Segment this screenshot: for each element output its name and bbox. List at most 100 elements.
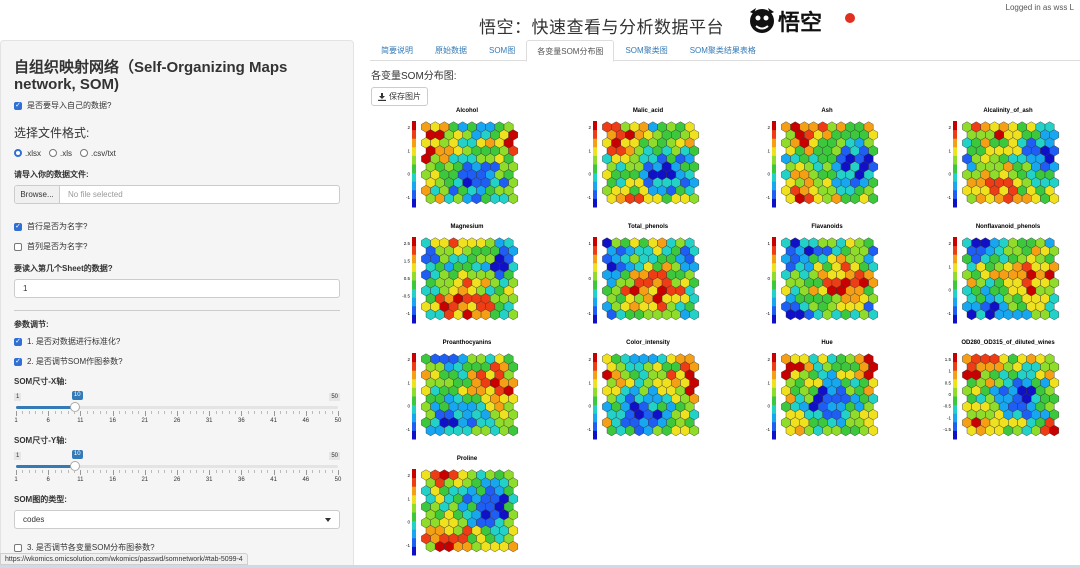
- colorbar-segment: [953, 413, 957, 423]
- tab-som-cluster-table[interactable]: SOM聚类结果表格: [679, 40, 767, 61]
- checkbox-label: 是否要导入自己的数据?: [27, 101, 112, 110]
- radio-label: .xlsx: [25, 148, 41, 158]
- first-col-names-checkbox[interactable]: 首列是否为名字?: [14, 240, 340, 253]
- checkbox-label: 1. 是否对数据进行标准化?: [27, 337, 121, 346]
- import-own-data-checkbox[interactable]: ✓ 是否要导入自己的数据?: [14, 99, 340, 112]
- colorbar-segment: [412, 421, 416, 431]
- slider-tick-labels: 1 6 11 16 21 26 31 36 41 46 50: [14, 477, 341, 485]
- radio-xlsx[interactable]: .xlsx: [14, 149, 41, 158]
- colorbar-segment: [593, 421, 597, 431]
- slider-tick: [196, 470, 198, 473]
- som-hex-map: 2 1 0 -1: [947, 121, 1060, 208]
- plot-title: OD280_OD315_of_diluted_wines: [961, 340, 1055, 346]
- slider-tick-label: 31: [205, 418, 213, 424]
- slider-tick: [267, 411, 269, 414]
- radio-xls[interactable]: .xls: [49, 149, 72, 158]
- slider-tick: [338, 470, 339, 475]
- slider-track: [16, 402, 338, 412]
- tab-variable-som[interactable]: 各变量SOM分布图: [526, 40, 615, 62]
- colorbar-segment: [772, 262, 776, 272]
- slider-tick: [99, 470, 101, 473]
- file-format-label: 选择文件格式:: [14, 126, 90, 140]
- checkbox-label: 首列是否为名字?: [27, 242, 88, 251]
- som-hex-map: 2 1 0 -1: [406, 121, 519, 208]
- som-variable-plot: Total_phenols 1 0 -1: [563, 221, 733, 333]
- colorbar-segment: [953, 245, 957, 255]
- colorbar-segment: [772, 245, 776, 255]
- colorbar-tick-label: 2.5: [404, 241, 411, 246]
- colorbar-segment: [772, 297, 776, 307]
- slider-tick: [144, 470, 146, 475]
- colorbar-segment: [593, 172, 597, 182]
- browse-button[interactable]: Browse...: [15, 186, 60, 203]
- colorbar-tick-label: 1.5: [945, 357, 952, 362]
- radio-csv-txt[interactable]: .csv/txt: [80, 149, 116, 158]
- colorbar-segment: [593, 189, 597, 199]
- checkbox-unchecked-icon: [14, 543, 22, 552]
- adjust-som-checkbox[interactable]: ✓ 2. 是否调节SOM作图参数?: [14, 355, 340, 368]
- slider-ticks: [16, 470, 339, 476]
- slider-tick: [93, 411, 95, 414]
- colorbar-tick-label: -1: [947, 195, 951, 200]
- slider-tick: [209, 411, 211, 416]
- slider-tick: [183, 411, 185, 414]
- colorbar-segment: [593, 245, 597, 255]
- som-hex-map: 1.5 1 0.5 0 -0.5 -1 -1.5: [943, 353, 1060, 440]
- colorbar-segment: [772, 305, 776, 315]
- slider-tick: [273, 470, 275, 475]
- colorbar-segment: [953, 404, 957, 414]
- plot-title: Malic_acid: [632, 108, 664, 114]
- colorbar-segment: [412, 245, 416, 255]
- colorbar-segment: [953, 189, 957, 199]
- save-button-label: 保存图片: [389, 92, 421, 101]
- colorbar-segment: [412, 503, 416, 513]
- plot-title: Nonflavanoid_phenols: [975, 224, 1041, 230]
- som-hex-map: 2 1 0 -1: [587, 121, 700, 208]
- colorbar-segment: [953, 155, 957, 165]
- colorbar-tick-label: 0: [767, 172, 770, 177]
- tab-som-plot[interactable]: SOM图: [478, 40, 526, 61]
- colorbar-tick-label: -1: [406, 311, 410, 316]
- slider-tick: [247, 411, 249, 414]
- plot-title: Color_intensity: [626, 340, 670, 346]
- colorbar-tick-label: -1: [587, 427, 591, 432]
- slider-tick: [73, 411, 75, 414]
- tab-som-cluster[interactable]: SOM聚类图: [614, 40, 678, 61]
- plot-title: Alcalinity_of_ash: [983, 108, 1033, 114]
- slider-tick: [164, 470, 166, 473]
- slider-tick: [106, 411, 108, 414]
- colorbar-segment: [953, 297, 957, 307]
- som-hex-map: 1 0 -1: [766, 237, 879, 324]
- file-name-field[interactable]: No file selected: [60, 186, 339, 203]
- som-type-label: SOM图的类型:: [14, 495, 67, 504]
- slider-tick: [67, 470, 69, 473]
- slider-tick: [292, 411, 294, 414]
- som-type-select[interactable]: codes: [14, 510, 340, 529]
- slider-tick: [99, 411, 101, 414]
- slider-fill: [16, 465, 76, 468]
- colorbar-tick-label: 0.5: [945, 380, 952, 385]
- slider-tick-label: 26: [173, 418, 181, 424]
- som-y-slider[interactable]: 1 50 10 1 6 11 16 21 26 31 36 41 46 50: [14, 450, 341, 490]
- colorbar-tick-label: 0: [767, 276, 770, 281]
- slider-max-label: 50: [329, 393, 340, 401]
- colorbar-tick-label: 2: [407, 473, 410, 478]
- standardize-checkbox[interactable]: ✓ 1. 是否对数据进行标准化?: [14, 335, 340, 348]
- colorbar-tick-label: -1: [406, 195, 410, 200]
- colorbar-segment: [412, 378, 416, 388]
- colorbar-segment: [593, 297, 597, 307]
- colorbar-segment: [412, 198, 416, 208]
- save-image-button[interactable]: 保存图片: [371, 87, 428, 106]
- first-row-names-checkbox[interactable]: ✓ 首行是否为名字?: [14, 220, 340, 233]
- tab-description[interactable]: 简要说明: [370, 40, 424, 61]
- sheet-number-input[interactable]: 1: [14, 279, 340, 298]
- slider-tick: [106, 470, 108, 473]
- file-input: Browse... No file selected: [14, 185, 340, 204]
- colorbar-segment: [772, 181, 776, 191]
- colorbar-segment: [412, 486, 416, 496]
- slider-y-label: SOM尺寸-Y轴:: [14, 436, 67, 445]
- som-x-slider[interactable]: 1 50 10 1 6 11 16 21 26 31 36 41 46 50: [14, 391, 341, 431]
- colorbar-tick-label: 1: [767, 241, 770, 246]
- som-hex-map: 2 1 0 -1: [406, 353, 519, 440]
- tab-raw-data[interactable]: 原始数据: [424, 40, 478, 61]
